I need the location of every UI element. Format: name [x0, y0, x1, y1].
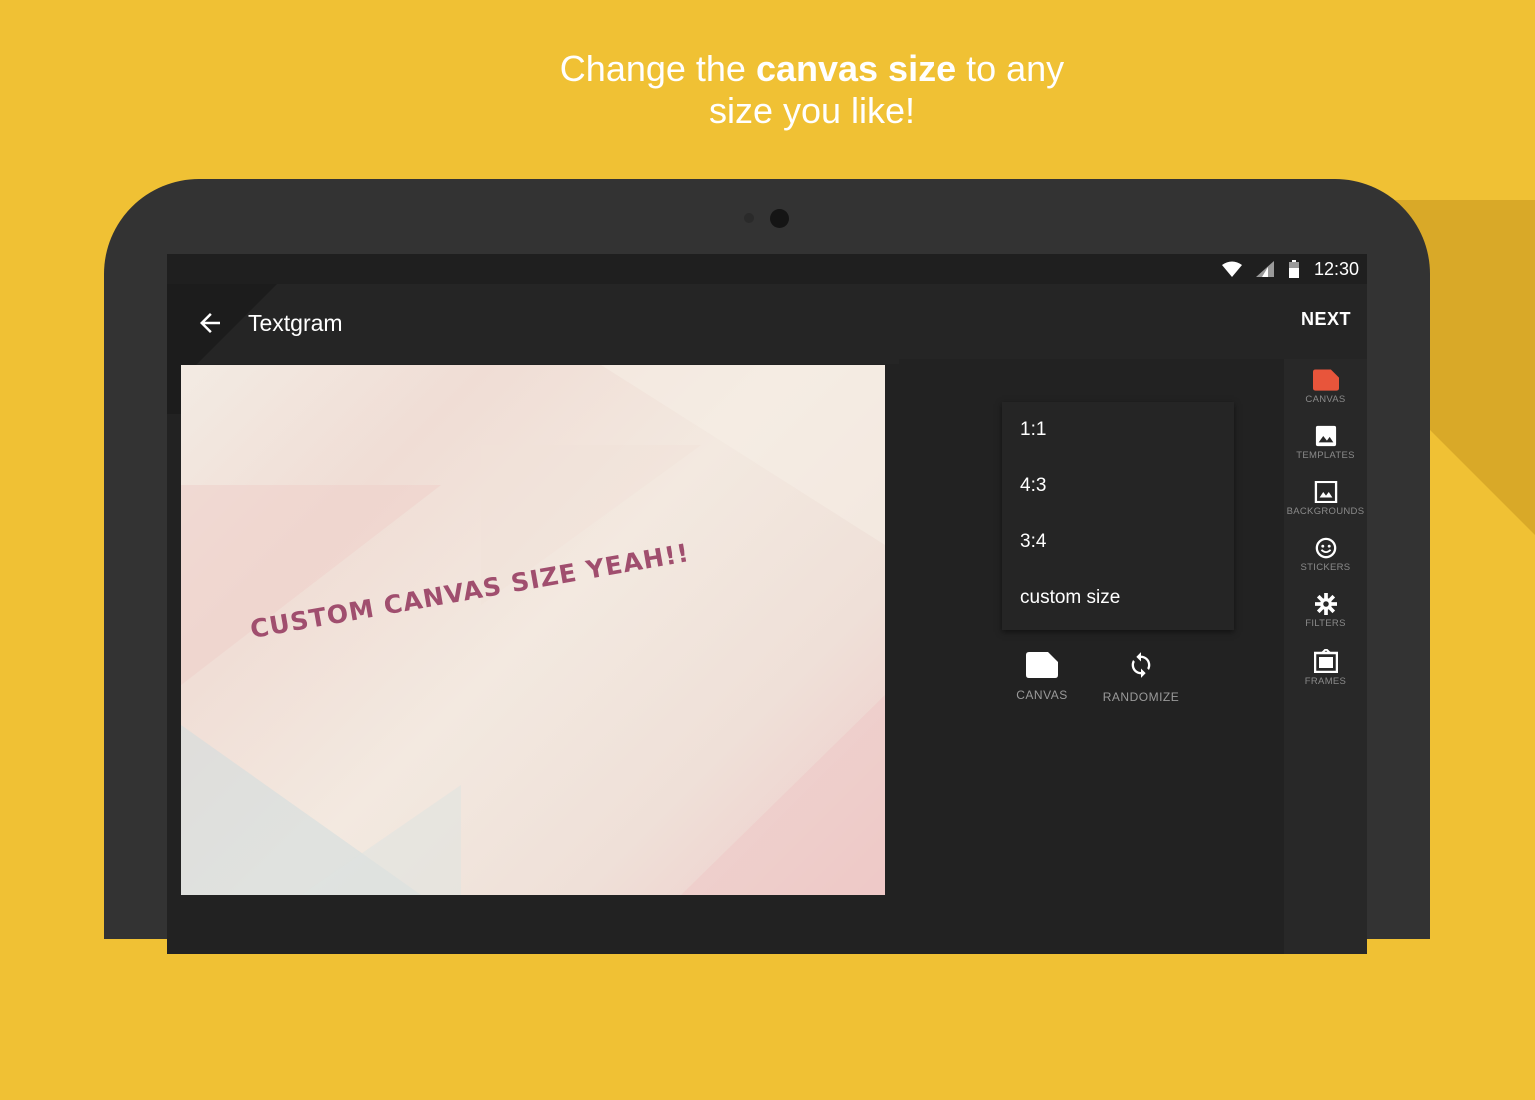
promo-headline: Change the canvas size to any size you l…: [0, 48, 1535, 132]
rail-item-filters[interactable]: FILTERS: [1284, 593, 1367, 629]
canvas-tool-button[interactable]: CANVAS: [992, 652, 1092, 702]
rail-item-backgrounds[interactable]: BACKGROUNDS: [1284, 481, 1367, 517]
canvas-icon: [1026, 652, 1058, 678]
headline-emphasis: canvas size: [755, 48, 957, 89]
randomize-button[interactable]: RANDOMIZE: [1091, 650, 1191, 704]
status-bar: 12:30: [167, 254, 1367, 284]
tablet-frame: 12:30 Textgram NEXT CUSTOM CANVAS SIZE Y…: [104, 179, 1430, 954]
canvas-facet: [301, 785, 461, 895]
rail-label-stickers: STICKERS: [1300, 562, 1351, 573]
image-icon: [1315, 425, 1336, 447]
arrow-left-icon[interactable]: [195, 308, 225, 338]
front-camera: [770, 209, 789, 228]
size-option-custom[interactable]: custom size: [1002, 570, 1234, 626]
sensor-dot: [744, 213, 754, 223]
randomize-label: RANDOMIZE: [1102, 690, 1180, 704]
app-bar: Textgram NEXT: [167, 284, 1367, 394]
refresh-icon: [1131, 652, 1151, 678]
rail-item-stickers[interactable]: STICKERS: [1284, 537, 1367, 573]
canvas-facet: [181, 485, 441, 685]
background-icon: [1314, 481, 1337, 503]
side-rail: CANVAS TEMPLATES BACKGROUNDS STICKERS FI…: [1284, 359, 1367, 954]
rail-item-frames[interactable]: FRAMES: [1284, 649, 1367, 687]
app-title: Textgram: [248, 310, 343, 336]
rail-label-canvas: CANVAS: [1305, 394, 1346, 405]
size-option-4-3[interactable]: 4:3: [1002, 458, 1234, 514]
status-icons: 12:30: [1221, 254, 1359, 284]
gear-icon: [1314, 593, 1337, 615]
wifi-icon: [1221, 261, 1242, 277]
rail-item-canvas[interactable]: CANVAS: [1284, 369, 1367, 405]
canvas-facet: [681, 695, 885, 895]
smiley-icon: [1315, 537, 1336, 559]
headline-line-2: size you like!: [708, 90, 916, 131]
size-option-1-1[interactable]: 1:1: [1002, 402, 1234, 458]
editor-canvas[interactable]: CUSTOM CANVAS SIZE YEAH!!: [181, 365, 885, 895]
size-option-3-4[interactable]: 3:4: [1002, 514, 1234, 570]
battery-icon: [1288, 260, 1299, 278]
next-button[interactable]: NEXT: [1295, 308, 1357, 331]
rail-label-filters: FILTERS: [1305, 618, 1346, 629]
signal-icon: [1255, 261, 1274, 277]
canvas-facet: [601, 365, 885, 545]
canvas-size-menu: 1:1 4:3 3:4 custom size: [1002, 402, 1234, 630]
rail-label-templates: TEMPLATES: [1296, 450, 1355, 461]
status-time: 12:30: [1313, 258, 1359, 279]
headline-line-1: Change the canvas size to any: [559, 48, 1065, 89]
canvas-icon: [1312, 369, 1339, 391]
screen-edge-shadow: [167, 364, 181, 414]
rail-label-frames: FRAMES: [1304, 676, 1347, 687]
device-screen: 12:30 Textgram NEXT CUSTOM CANVAS SIZE Y…: [167, 254, 1367, 954]
canvas-tool-label: CANVAS: [1016, 688, 1068, 702]
frame-icon: [1313, 649, 1338, 673]
rail-label-backgrounds: BACKGROUNDS: [1286, 506, 1365, 517]
rail-item-templates[interactable]: TEMPLATES: [1284, 425, 1367, 461]
